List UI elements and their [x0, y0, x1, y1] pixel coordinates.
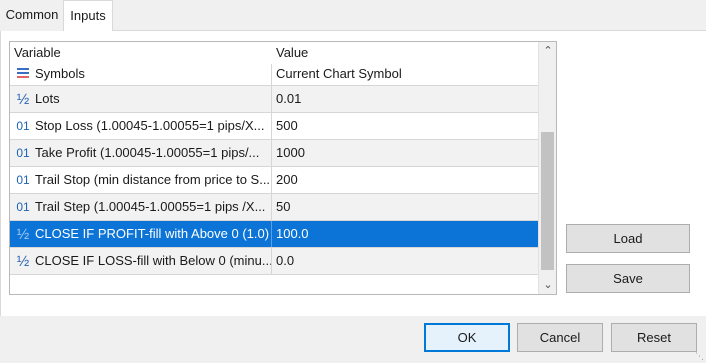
- grid-row-trail-stop[interactable]: 01 Trail Stop (min distance from price t…: [10, 167, 538, 194]
- variable-cell[interactable]: 01 Take Profit (1.00045-1.00055=1 pips/.…: [10, 140, 272, 166]
- value-cell[interactable]: 500: [276, 113, 298, 139]
- integer-01-icon: 01: [16, 200, 30, 214]
- grid-row-lots[interactable]: ½ Lots 0.01: [10, 86, 538, 113]
- column-header-value[interactable]: Value: [276, 45, 308, 60]
- value-cell[interactable]: 50: [276, 194, 290, 220]
- variable-label: Lots: [35, 91, 60, 106]
- half-fraction-icon: ½: [16, 90, 30, 108]
- resize-grip-icon[interactable]: ⋱: [694, 351, 704, 361]
- column-header-variable[interactable]: Variable: [14, 45, 61, 60]
- integer-01-icon: 01: [16, 173, 30, 187]
- scroll-up-arrow-icon[interactable]: ⌃: [539, 42, 556, 60]
- variable-cell[interactable]: 01 Stop Loss (1.00045-1.00055=1 pips/X..…: [10, 113, 272, 139]
- grid-row-trail-step[interactable]: 01 Trail Step (1.00045-1.00055=1 pips /X…: [10, 194, 538, 221]
- variable-cell[interactable]: 01 Trail Stop (min distance from price t…: [10, 167, 272, 193]
- ok-button[interactable]: OK: [424, 323, 510, 352]
- value-cell[interactable]: 100.0: [276, 221, 309, 247]
- variable-cell[interactable]: ½ CLOSE IF LOSS-fill with Below 0 (minu.…: [10, 248, 272, 274]
- half-fraction-icon: ½: [16, 225, 30, 243]
- tab-strip: Common Inputs: [0, 0, 706, 31]
- tab-inputs[interactable]: Inputs: [63, 0, 113, 31]
- variable-label: Stop Loss (1.00045-1.00055=1 pips/X...: [35, 118, 265, 133]
- variable-label: Trail Stop (min distance from price to S…: [35, 172, 271, 187]
- value-cell[interactable]: 0.01: [276, 86, 301, 112]
- grid-rows: Symbols Current Chart Symbol ½ Lots 0.01…: [10, 64, 538, 275]
- integer-01-icon: 01: [16, 119, 30, 133]
- variable-label: Take Profit (1.00045-1.00055=1 pips/...: [35, 145, 260, 160]
- reset-button[interactable]: Reset: [611, 323, 697, 352]
- cancel-button[interactable]: Cancel: [517, 323, 603, 352]
- load-button[interactable]: Load: [566, 224, 690, 253]
- half-fraction-icon: ½: [16, 252, 30, 270]
- value-cell[interactable]: Current Chart Symbol: [276, 64, 402, 85]
- variable-cell[interactable]: 01 Trail Step (1.00045-1.00055=1 pips /X…: [10, 194, 272, 220]
- value-cell[interactable]: 0.0: [276, 248, 294, 274]
- inputs-grid: Variable Value Symbols Current Chart Sym…: [9, 41, 557, 295]
- integer-01-icon: 01: [16, 146, 30, 160]
- variable-cell[interactable]: ½ CLOSE IF PROFIT-fill with Above 0 (1.0…: [10, 221, 272, 247]
- save-button[interactable]: Save: [566, 264, 690, 293]
- grid-row-take-profit[interactable]: 01 Take Profit (1.00045-1.00055=1 pips/.…: [10, 140, 538, 167]
- scrollbar-thumb[interactable]: [541, 132, 554, 270]
- value-cell[interactable]: 200: [276, 167, 298, 193]
- grid-row-close-if-profit[interactable]: ½ CLOSE IF PROFIT-fill with Above 0 (1.0…: [10, 221, 538, 248]
- variable-label: Symbols: [35, 66, 85, 81]
- variable-cell[interactable]: ½ Lots: [10, 86, 272, 112]
- vertical-scrollbar[interactable]: ⌃ ⌄: [538, 42, 556, 294]
- grid-row-stop-loss[interactable]: 01 Stop Loss (1.00045-1.00055=1 pips/X..…: [10, 113, 538, 140]
- variable-label: CLOSE IF LOSS-fill with Below 0 (minu...: [35, 253, 272, 268]
- symbols-icon: [13, 64, 33, 83]
- scroll-down-arrow-icon[interactable]: ⌄: [539, 276, 556, 294]
- grid-header: Variable Value: [10, 42, 538, 64]
- grid-row-close-if-loss[interactable]: ½ CLOSE IF LOSS-fill with Below 0 (minu.…: [10, 248, 538, 275]
- grid-row-symbols[interactable]: Symbols Current Chart Symbol: [10, 64, 538, 86]
- variable-label: Trail Step (1.00045-1.00055=1 pips /X...: [35, 199, 266, 214]
- variable-cell[interactable]: Symbols: [10, 64, 272, 85]
- value-cell[interactable]: 1000: [276, 140, 305, 166]
- variable-label: CLOSE IF PROFIT-fill with Above 0 (1.0): [35, 226, 270, 241]
- tab-common[interactable]: Common: [0, 0, 64, 30]
